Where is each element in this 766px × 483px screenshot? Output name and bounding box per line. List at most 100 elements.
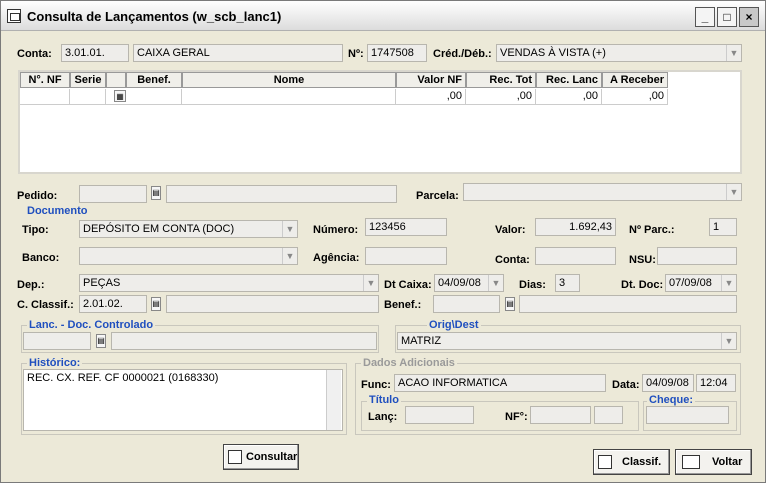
chevron-down-icon[interactable]: ▼ [721, 333, 736, 349]
chevron-down-icon[interactable]: ▼ [282, 248, 297, 264]
conta-doc-field[interactable] [535, 247, 616, 265]
agencia-field[interactable] [365, 247, 447, 265]
return-icon [682, 455, 700, 469]
chevron-down-icon[interactable]: ▼ [721, 275, 736, 291]
table-cell[interactable]: ,00 [466, 89, 536, 105]
voltar-label: Voltar [712, 456, 743, 468]
cred-label: Créd./Déb.: [433, 48, 492, 60]
hora-field[interactable]: 12:04 [696, 374, 736, 392]
lookup-icon[interactable]: ▤ [96, 334, 106, 348]
func-label: Func: [361, 379, 391, 391]
valor-field[interactable]: 1.692,43 [535, 218, 616, 236]
nparc-field[interactable]: 1 [709, 218, 737, 236]
col-header[interactable]: Valor NF [396, 72, 466, 88]
cheque-section: Cheque: [647, 394, 695, 406]
dtdoc-value: 07/09/08 [669, 277, 712, 289]
table-cell[interactable]: ,00 [396, 89, 466, 105]
cred-select[interactable]: VENDAS À VISTA (+) ▼ [496, 44, 742, 62]
benef-field[interactable] [433, 295, 500, 313]
lanc-field[interactable] [23, 332, 91, 350]
numero-label: Número: [313, 224, 359, 236]
titulo-serie-field[interactable] [594, 406, 623, 424]
dep-label: Dep.: [17, 279, 45, 291]
historico-textarea[interactable]: REC. CX. REF. CF 0000021 (0168330) [23, 369, 343, 431]
banco-label: Banco: [22, 252, 60, 264]
data-label: Data: [612, 379, 640, 391]
chevron-down-icon[interactable]: ▼ [726, 184, 741, 200]
table-cell[interactable] [20, 89, 70, 105]
table-cell[interactable] [182, 89, 396, 105]
parcela-label: Parcela: [416, 190, 459, 202]
col-header[interactable]: Rec. Tot [466, 72, 536, 88]
valor-label: Valor: [495, 224, 526, 236]
cheque-field[interactable] [646, 406, 729, 424]
pedido-field[interactable] [79, 185, 147, 203]
window-title: Consulta de Lançamentos (w_scb_lanc1) [27, 9, 282, 24]
lanc-desc-field[interactable] [111, 332, 377, 350]
numero-field[interactable]: 123456 [365, 218, 447, 236]
dtdoc-select[interactable]: 07/09/08 ▼ [665, 274, 737, 292]
col-header[interactable]: N°. NF [20, 72, 70, 88]
classif-button[interactable]: Classif. [593, 449, 670, 475]
dtcaixa-value: 04/09/08 [438, 277, 481, 289]
func-field[interactable]: ACAO INFORMATICA [394, 374, 606, 392]
close-button[interactable]: × [739, 7, 759, 27]
historico-text: REC. CX. REF. CF 0000021 (0168330) [27, 372, 219, 384]
orig-select[interactable]: MATRIZ ▼ [397, 332, 737, 350]
chevron-down-icon[interactable]: ▼ [726, 45, 741, 61]
lanc-label: Lanç: [368, 411, 398, 423]
documento-section: Documento [27, 205, 88, 217]
dep-select[interactable]: PEÇAS ▼ [79, 274, 379, 292]
tipo-select[interactable]: DEPÓSITO EM CONTA (DOC) ▼ [79, 220, 298, 238]
col-header[interactable]: Rec. Lanc [536, 72, 602, 88]
table-cell[interactable]: ▦ [106, 89, 182, 105]
pedido-desc-field[interactable] [166, 185, 397, 203]
conta-code-field[interactable]: 3.01.01. [61, 44, 129, 62]
col-header[interactable]: Nome [182, 72, 396, 88]
num-field[interactable]: 1747508 [367, 44, 427, 62]
col-header[interactable]: Serie [70, 72, 106, 88]
historico-scrollbar[interactable] [326, 370, 341, 430]
classification-icon [598, 455, 612, 469]
chevron-down-icon[interactable]: ▼ [488, 275, 503, 291]
classif-field[interactable]: 2.01.02. [79, 295, 147, 313]
chevron-down-icon[interactable]: ▼ [282, 221, 297, 237]
col-header[interactable]: A Receber [602, 72, 668, 88]
nsu-label: NSU: [629, 254, 656, 266]
table-cell[interactable]: ,00 [536, 89, 602, 105]
voltar-button[interactable]: Voltar [675, 449, 752, 475]
conta-name-field[interactable]: CAIXA GERAL [133, 44, 343, 62]
window-icon [7, 9, 21, 23]
orig-value: MATRIZ [401, 335, 442, 347]
dias-field[interactable]: 3 [555, 274, 580, 292]
dtcaixa-select[interactable]: 04/09/08 ▼ [434, 274, 504, 292]
table-cell[interactable] [70, 89, 106, 105]
titulo-nf-field[interactable] [530, 406, 591, 424]
col-header[interactable]: Benef. [126, 72, 182, 88]
data-field[interactable]: 04/09/08 [642, 374, 694, 392]
pedido-label: Pedido: [17, 190, 58, 202]
benef-label: Benef.: [384, 299, 422, 311]
chevron-down-icon[interactable]: ▼ [363, 275, 378, 291]
table-cell[interactable]: ,00 [602, 89, 668, 105]
lookup-icon[interactable]: ▦ [114, 90, 126, 102]
classif-desc-field[interactable] [166, 295, 379, 313]
banco-select[interactable]: ▼ [79, 247, 298, 265]
minimize-button[interactable]: _ [695, 7, 715, 27]
orig-section: Orig\Dest [427, 319, 481, 331]
nf-table[interactable]: N°. NF Serie Benef. Nome Valor NF Rec. T… [18, 70, 742, 174]
titulo-section: Título [367, 394, 401, 406]
parcela-select[interactable]: ▼ [463, 183, 742, 201]
lookup-icon[interactable]: ▤ [151, 186, 161, 200]
benef-desc-field[interactable] [519, 295, 737, 313]
lookup-icon[interactable]: ▤ [505, 297, 515, 311]
maximize-button[interactable]: □ [717, 7, 737, 27]
title-bar[interactable]: Consulta de Lançamentos (w_scb_lanc1) _ … [1, 1, 765, 31]
nsu-field[interactable] [657, 247, 737, 265]
conta-label: Conta: [17, 48, 52, 60]
titulo-lanc-field[interactable] [405, 406, 474, 424]
lookup-icon[interactable]: ▤ [151, 297, 161, 311]
dtdoc-label: Dt. Doc: [621, 279, 664, 291]
window: Consulta de Lançamentos (w_scb_lanc1) _ … [0, 0, 766, 483]
consultar-button[interactable]: Consultar [223, 444, 299, 470]
